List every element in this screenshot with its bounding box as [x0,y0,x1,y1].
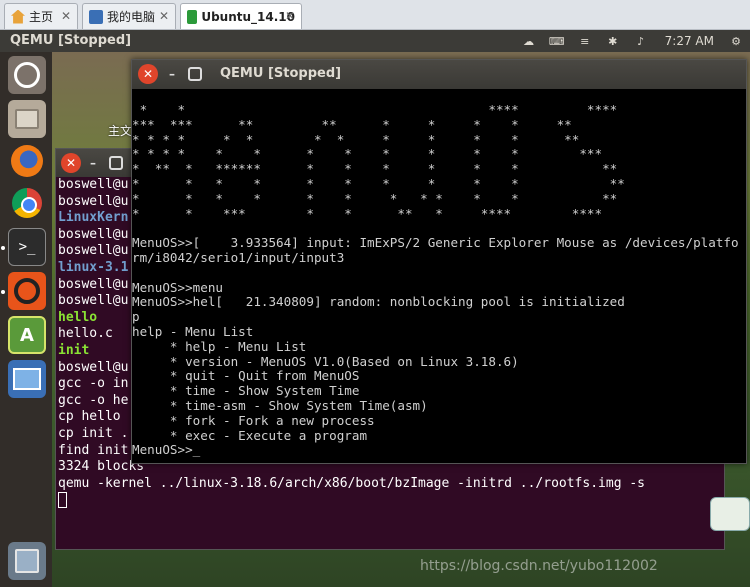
keyboard-icon[interactable]: ⌨ [549,34,565,48]
console-line: * * * * * * * * * * * * *** [132,146,603,162]
launcher-files[interactable] [8,100,46,138]
running-indicator [1,246,5,250]
updater-icon: A [20,324,34,346]
tab-home-label: 主页 [29,10,54,24]
launcher-chrome[interactable] [8,184,46,222]
console-line: * fork - Fork a new process [132,412,375,428]
desktop-icon-label[interactable]: 主文 [108,122,132,139]
terminal-line: qemu -kernel ../linux-3.18.6/arch/x86/bo… [58,475,645,491]
maximize-button[interactable] [109,156,123,170]
terminal-icon: >_ [18,239,36,255]
tab-ubuntu-label: Ubuntu_14.10 [201,9,295,24]
console-line: * help - Menu List [132,338,307,354]
vm-icon [187,9,198,24]
launcher-software-updater[interactable]: A [8,316,46,354]
chrome-icon [12,188,42,218]
trash-icon [15,549,39,573]
host-tab-bar: 主页 ✕ 我的电脑 ✕ Ubuntu_14.10 ✕ [0,0,750,30]
close-button[interactable]: ✕ [61,153,81,173]
qemu-icon [14,278,40,304]
launcher-qemu[interactable] [8,272,46,310]
close-icon[interactable]: ✕ [159,9,169,23]
close-icon[interactable]: ✕ [61,9,71,23]
launcher-system-monitor[interactable] [8,360,46,398]
console-line: * time-asm - Show System Time(asm) [132,397,428,413]
watermark: https://blog.csdn.net/yubo112002 [420,558,658,574]
tab-home[interactable]: 主页 ✕ [4,3,78,29]
gear-icon[interactable]: ⚙ [728,34,744,48]
console-line: * quit - Quit from MenuOS [132,368,360,384]
console-line: * time - Show System Time [132,383,360,399]
launcher-trash[interactable] [8,542,46,580]
minimize-button[interactable]: – [83,153,103,173]
network-icon[interactable]: ≡ [577,34,593,48]
bluetooth-icon[interactable]: ✱ [605,34,621,48]
active-window-title: QEMU [Stopped] [10,33,132,48]
close-button[interactable]: ✕ [138,64,158,84]
clock[interactable]: 7:27 AM [665,34,714,48]
console-line: MenuOS>>hel[ 21.340809] random: nonblock… [132,294,625,310]
computer-icon [89,9,103,24]
vga-console: * * **** **** *** *** ** ** * * * * ** * *… [132,102,739,458]
launcher: >_ A [0,52,52,587]
console-line: * * *** * * ** * **** **** [132,205,603,221]
console-line: MenuOS>>[ 3.933564] input: ImExPS/2 Gene… [132,235,739,251]
console-line: * * * * * * * * * * * * ** [132,131,580,147]
close-icon[interactable]: ✕ [285,9,295,23]
system-tray: ☁ ⌨ ≡ ✱ ♪ 7:27 AM ⚙ [515,30,750,52]
dropbox-icon[interactable]: ☁ [521,34,537,48]
tab-my-computer-label: 我的电脑 [107,10,156,24]
launcher-firefox[interactable] [8,142,46,180]
window-resize-handle[interactable] [710,497,750,531]
terminal-cursor [58,492,645,511]
tab-ubuntu[interactable]: Ubuntu_14.10 ✕ [180,3,302,29]
console-line: rm/i8042/serio1/input/input3 [132,249,345,265]
ubuntu-logo-icon [14,62,40,88]
console-line: p [132,309,140,325]
dash-button[interactable] [8,56,46,94]
tab-my-computer[interactable]: 我的电脑 ✕ [82,3,176,29]
console-line: MenuOS>>_ [132,442,201,458]
minimize-button[interactable]: – [162,64,182,84]
home-icon [11,9,25,24]
launcher-terminal[interactable]: >_ [8,228,46,266]
qemu-titlebar[interactable]: ✕ – QEMU [Stopped] [132,60,746,89]
console-line: * * **** **** [132,102,618,117]
qemu-screen[interactable]: * * **** **** *** *** ** ** * * * * ** * *… [132,89,746,463]
console-line: * version - MenuOS V1.0(Based on Linux 3… [132,353,519,369]
firefox-icon [11,145,43,177]
top-panel: QEMU [Stopped] ☁ ⌨ ≡ ✱ ♪ 7:27 AM ⚙ [0,30,750,52]
console-line: * * * * * * * * * * * ** [132,190,618,206]
volume-icon[interactable]: ♪ [633,34,649,48]
console-line: MenuOS>>menu [132,279,223,295]
monitor-icon [13,368,41,390]
console-line: help - Menu List [132,323,254,339]
running-indicator [1,290,5,294]
console-line: * exec - Execute a program [132,427,368,443]
console-line: *** *** ** ** * * * * ** [132,116,572,132]
qemu-window-title: QEMU [Stopped] [220,66,342,81]
console-line: * ** * ****** * * * * * * ** [132,161,618,177]
qemu-window[interactable]: ✕ – QEMU [Stopped] * * **** **** *** *** … [131,59,747,464]
maximize-button[interactable] [188,67,202,81]
console-line: * * * * * * * * * * ** [132,175,625,191]
files-icon [15,109,39,129]
